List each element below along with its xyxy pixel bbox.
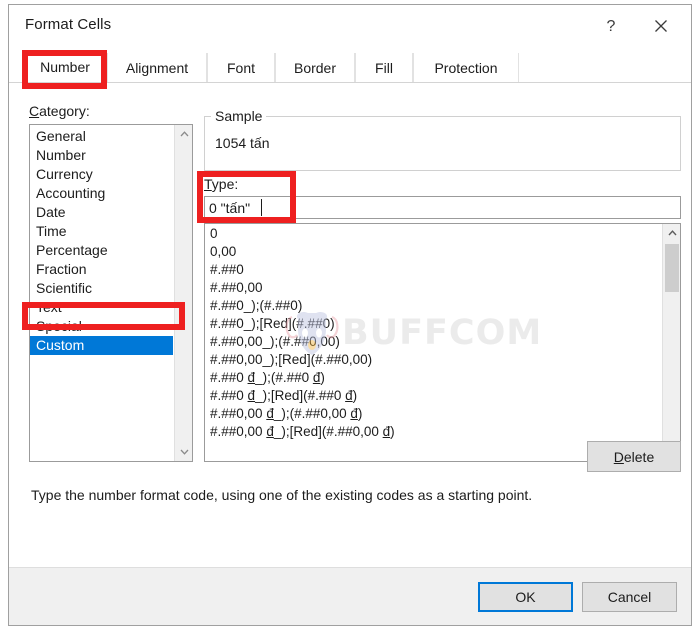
sample-groupbox <box>204 116 681 171</box>
type-item[interactable]: 0,00 <box>205 243 661 261</box>
delete-button[interactable]: Delete <box>587 441 681 472</box>
ok-button[interactable]: OK <box>478 582 573 612</box>
type-listbox[interactable]: 0 0,00 #.##0 #.##0,00 #.##0_);(#.##0) #.##0_)… <box>204 223 681 462</box>
tab-label: Border <box>293 59 337 76</box>
close-button[interactable] <box>639 11 683 41</box>
category-item[interactable]: Currency <box>30 165 173 184</box>
tab-bar: Number Alignment Font Border Fill Protec… <box>9 53 691 83</box>
format-help-text: Type the number format code, using one o… <box>31 487 533 503</box>
number-tab-panel: Category: General Number Currency Accountin… <box>9 83 691 567</box>
tab-label: Fill <box>375 59 393 76</box>
category-label-rest: ategory: <box>39 103 90 119</box>
category-items: General Number Currency Accounting Date Time P… <box>30 127 173 355</box>
tab-label: Font <box>226 59 255 76</box>
type-item[interactable]: #.##0 đ_);(#.##0 đ) <box>205 369 661 387</box>
cancel-button[interactable]: Cancel <box>582 582 677 612</box>
category-label: Category: <box>29 103 90 119</box>
type-item[interactable]: 0 <box>205 225 661 243</box>
tab-fill[interactable]: Fill <box>355 53 413 82</box>
category-scroll-up-button[interactable] <box>175 125 192 143</box>
category-item[interactable]: Custom <box>30 336 173 355</box>
chevron-up-icon <box>667 230 677 236</box>
category-item[interactable]: Text <box>30 298 173 317</box>
sample-value: 1054 tấn <box>215 135 270 151</box>
type-scrollbar[interactable] <box>662 224 680 461</box>
category-item[interactable]: Date <box>30 203 173 222</box>
delete-button-accel: D <box>613 448 624 465</box>
type-label: Type: <box>204 176 238 192</box>
type-item[interactable]: #.##0_);[Red](#.##0) <box>205 315 661 333</box>
text-caret <box>261 199 262 216</box>
dialog-footer: OK Cancel <box>9 567 691 625</box>
sample-legend: Sample <box>211 108 267 124</box>
category-scrollbar[interactable] <box>174 125 192 461</box>
chevron-down-icon <box>180 449 188 455</box>
tab-number[interactable]: Number <box>23 53 107 82</box>
svg-text:?: ? <box>607 18 616 35</box>
help-button[interactable]: ? <box>589 11 633 41</box>
category-item[interactable]: Fraction <box>30 260 173 279</box>
type-scroll-up-button[interactable] <box>663 224 680 242</box>
title-bar: Format Cells ? <box>9 5 691 47</box>
category-item[interactable]: Special <box>30 317 173 336</box>
type-item[interactable]: #.##0,00 <box>205 279 661 297</box>
category-label-accel: C <box>29 103 40 119</box>
type-item[interactable]: #.##0,00_);[Red](#.##0,00) <box>205 351 661 369</box>
type-label-accel: T <box>204 176 212 192</box>
type-item[interactable]: #.##0,00 đ_);(#.##0,00 đ) <box>205 405 661 423</box>
category-item[interactable]: Accounting <box>30 184 173 203</box>
page-title: Format Cells <box>25 16 112 33</box>
question-mark-icon: ? <box>607 18 616 35</box>
type-item[interactable]: #.##0 <box>205 261 661 279</box>
tab-label: Number <box>40 59 90 75</box>
type-item[interactable]: #.##0_);(#.##0) <box>205 297 661 315</box>
type-scroll-thumb[interactable] <box>665 244 679 292</box>
category-item[interactable]: Number <box>30 146 173 165</box>
category-listbox[interactable]: General Number Currency Accounting Date Time P… <box>29 124 193 462</box>
type-item[interactable]: #.##0,00 đ_);[Red](#.##0,00 đ) <box>205 423 661 441</box>
category-item[interactable]: Scientific <box>30 279 173 298</box>
category-item[interactable]: Time <box>30 222 173 241</box>
tab-label: Protection <box>434 59 498 76</box>
type-item[interactable]: #.##0 đ_);[Red](#.##0 đ) <box>205 387 661 405</box>
type-item[interactable]: #.##0,00_);(#.##0,00) <box>205 333 661 351</box>
format-cells-dialog: Format Cells ? Number Alignment Font Bor… <box>8 4 692 626</box>
close-x-icon <box>655 20 667 32</box>
tab-border[interactable]: Border <box>275 53 355 82</box>
tab-alignment[interactable]: Alignment <box>107 53 207 82</box>
category-scroll-down-button[interactable] <box>175 443 192 461</box>
category-item[interactable]: Percentage <box>30 241 173 260</box>
tab-protection[interactable]: Protection <box>413 53 519 82</box>
chevron-up-icon <box>180 131 188 137</box>
type-items: 0 0,00 #.##0 #.##0,00 #.##0_);(#.##0) #.##0_)… <box>205 225 661 441</box>
tab-font[interactable]: Font <box>207 53 275 82</box>
type-label-rest: ype: <box>211 176 239 192</box>
tab-label: Alignment <box>125 59 189 76</box>
category-item[interactable]: General <box>30 127 173 146</box>
type-input[interactable] <box>204 196 681 219</box>
delete-button-rest: elete <box>623 448 655 465</box>
